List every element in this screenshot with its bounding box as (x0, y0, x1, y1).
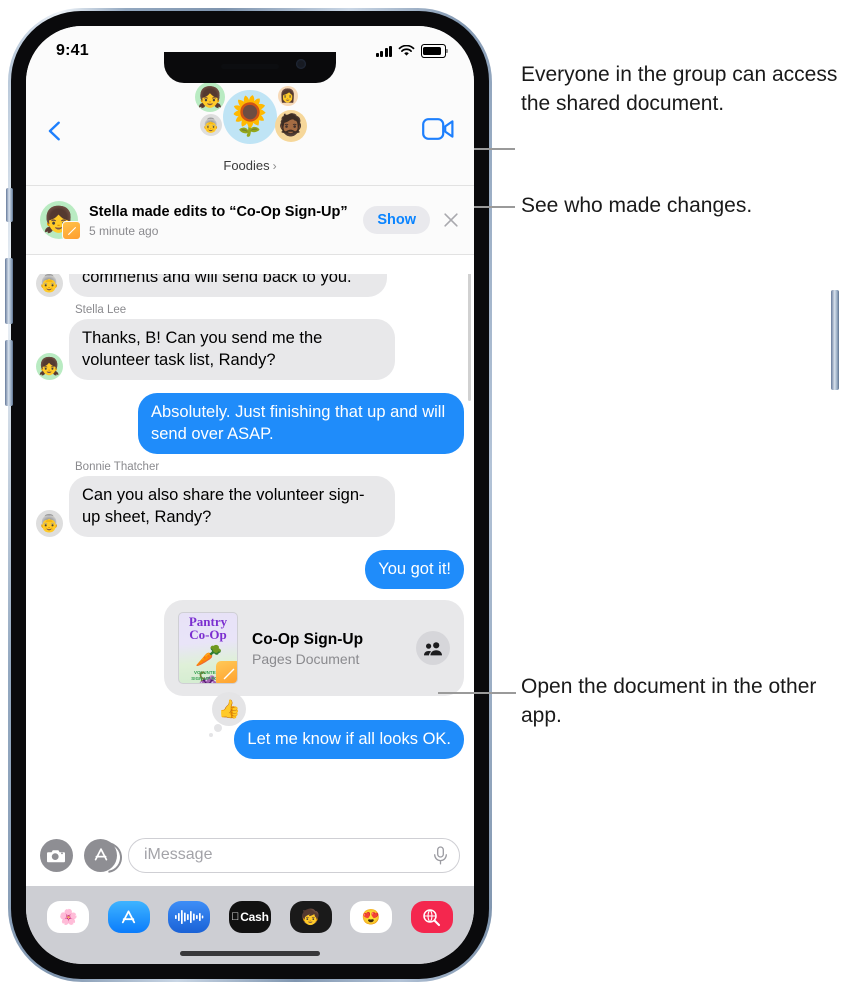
sender-name: Stella Lee (75, 304, 127, 316)
volume-up-button[interactable] (5, 258, 13, 324)
banner-avatar: 👧 (40, 201, 81, 240)
imessage-input[interactable]: iMessage (128, 837, 460, 873)
avatar: 👵 (36, 510, 63, 537)
group-name-button[interactable]: Foodies › (26, 158, 474, 173)
back-chevron-icon[interactable] (44, 120, 66, 142)
group-avatar-meena: 👩 (278, 86, 298, 106)
close-x-icon[interactable] (442, 211, 460, 229)
side-power-button[interactable] (831, 290, 839, 390)
message-row[interactable]: 👧 Thanks, B! Can you send me the volunte… (36, 319, 464, 380)
callout-who-changed: See who made changes. (521, 194, 753, 217)
ringer-switch-button[interactable] (6, 188, 13, 222)
pages-app-icon (62, 221, 81, 240)
app-imageplay[interactable] (410, 901, 453, 933)
thumb-title-line2: Co-Op (189, 626, 227, 642)
sender-name: Bonnie Thatcher (75, 461, 160, 473)
callout-open-doc: Open the document in the other app. (521, 675, 817, 727)
banner-text: Stella made edits to “Co-Op Sign-Up” 5 m… (89, 203, 363, 238)
microphone-icon[interactable] (433, 845, 448, 865)
document-thumbnail: Pantry Co-Op 🥕🍇 VOLUNTEER SIGN-UP FORM (178, 612, 238, 684)
app-stickers[interactable]: 😍 (350, 901, 393, 933)
group-avatar-stella: 👧 (195, 82, 225, 112)
leader-line-open-doc (438, 692, 516, 694)
avatar: 👵 (36, 270, 63, 297)
conversation-header: 👧 👵 🌻 👩 🧔🏾 Foodies › (26, 72, 474, 185)
attachment-subtitle: Pages Document (252, 650, 360, 667)
chevron-right-icon: › (272, 158, 277, 173)
message-bubble[interactable]: Thanks, B! Can you send me the volunteer… (64, 319, 395, 380)
wifi-icon (398, 45, 415, 56)
front-camera-icon (296, 59, 306, 69)
imessage-placeholder: iMessage (144, 846, 213, 863)
status-time: 9:41 (56, 42, 89, 59)
message-row[interactable]: 👍 Let me know if all looks OK. (36, 692, 469, 759)
app-store-icon[interactable] (84, 838, 117, 872)
group-avatar-cluster[interactable]: 👧 👵 🌻 👩 🧔🏾 (185, 78, 315, 164)
camera-icon[interactable] (40, 838, 73, 872)
battery-icon (421, 44, 448, 58)
group-avatar-bonnie: 👵 (200, 114, 222, 136)
show-button[interactable]: Show (363, 206, 430, 234)
app-audio[interactable] (168, 901, 211, 933)
app-apple-cash[interactable]: Cash (228, 901, 271, 933)
group-name-label: Foodies (223, 158, 270, 173)
callout-shared-doc: Everyone in the group can access the sha… (521, 63, 838, 115)
home-indicator[interactable] (180, 951, 320, 956)
app-store[interactable] (107, 901, 150, 933)
message-input-bar: iMessage (26, 824, 474, 886)
collaboration-banner: 👧 Stella made edits to “Co-Op Sign-Up” 5… (26, 185, 474, 255)
avatar: 👧 (36, 353, 63, 380)
screenshot-root: 9:41 👧 👵 🌻 👩 🧔🏾 Foodies › 👧 Stella made … (0, 0, 844, 990)
group-avatar-randy: 🧔🏾 (275, 110, 307, 142)
phone-screen: 9:41 👧 👵 🌻 👩 🧔🏾 Foodies › 👧 Stella made … (26, 26, 474, 964)
message-bubble[interactable]: You got it! (365, 550, 469, 589)
cellular-bars-icon (375, 45, 392, 57)
status-indicators (375, 44, 448, 58)
attachment-meta: Co-Op Sign-Up Pages Document (252, 630, 416, 667)
group-avatar-main: 🌻 (223, 90, 277, 144)
leader-line-who-changed (470, 206, 515, 208)
earpiece-speaker (221, 64, 279, 69)
banner-timestamp: 5 minute ago (89, 223, 159, 238)
pages-app-icon (216, 661, 237, 683)
app-photos[interactable]: 🌸 (47, 901, 90, 933)
message-list[interactable]: 👵 Orientation Handbook, Meena. Adding co… (26, 255, 474, 848)
message-row[interactable]: Absolutely. Just finishing that up and w… (36, 393, 469, 454)
thumbs-up-reaction[interactable]: 👍 (209, 692, 247, 737)
scrollbar[interactable] (468, 261, 471, 401)
message-bubble[interactable]: Absolutely. Just finishing that up and w… (138, 393, 469, 454)
message-row[interactable]: You got it! (36, 550, 469, 589)
banner-title: Stella made edits to “Co-Op Sign-Up” (89, 203, 348, 220)
video-camera-icon[interactable] (422, 118, 454, 140)
people-collaboration-icon[interactable] (416, 631, 450, 665)
app-memoji[interactable]: 🧒 (289, 901, 332, 933)
volume-down-button[interactable] (5, 340, 13, 406)
attachment-title: Co-Op Sign-Up (252, 630, 364, 648)
display-notch (164, 52, 336, 83)
message-row[interactable]: 👵 Can you also share the volunteer sign-… (36, 476, 464, 537)
message-bubble[interactable]: Can you also share the volunteer sign-up… (64, 476, 395, 537)
message-bubble[interactable]: Let me know if all looks OK. (234, 720, 469, 759)
attachment-row[interactable]: Pantry Co-Op 🥕🍇 VOLUNTEER SIGN-UP FORM C… (36, 600, 464, 696)
document-attachment-card[interactable]: Pantry Co-Op 🥕🍇 VOLUNTEER SIGN-UP FORM C… (164, 600, 464, 696)
